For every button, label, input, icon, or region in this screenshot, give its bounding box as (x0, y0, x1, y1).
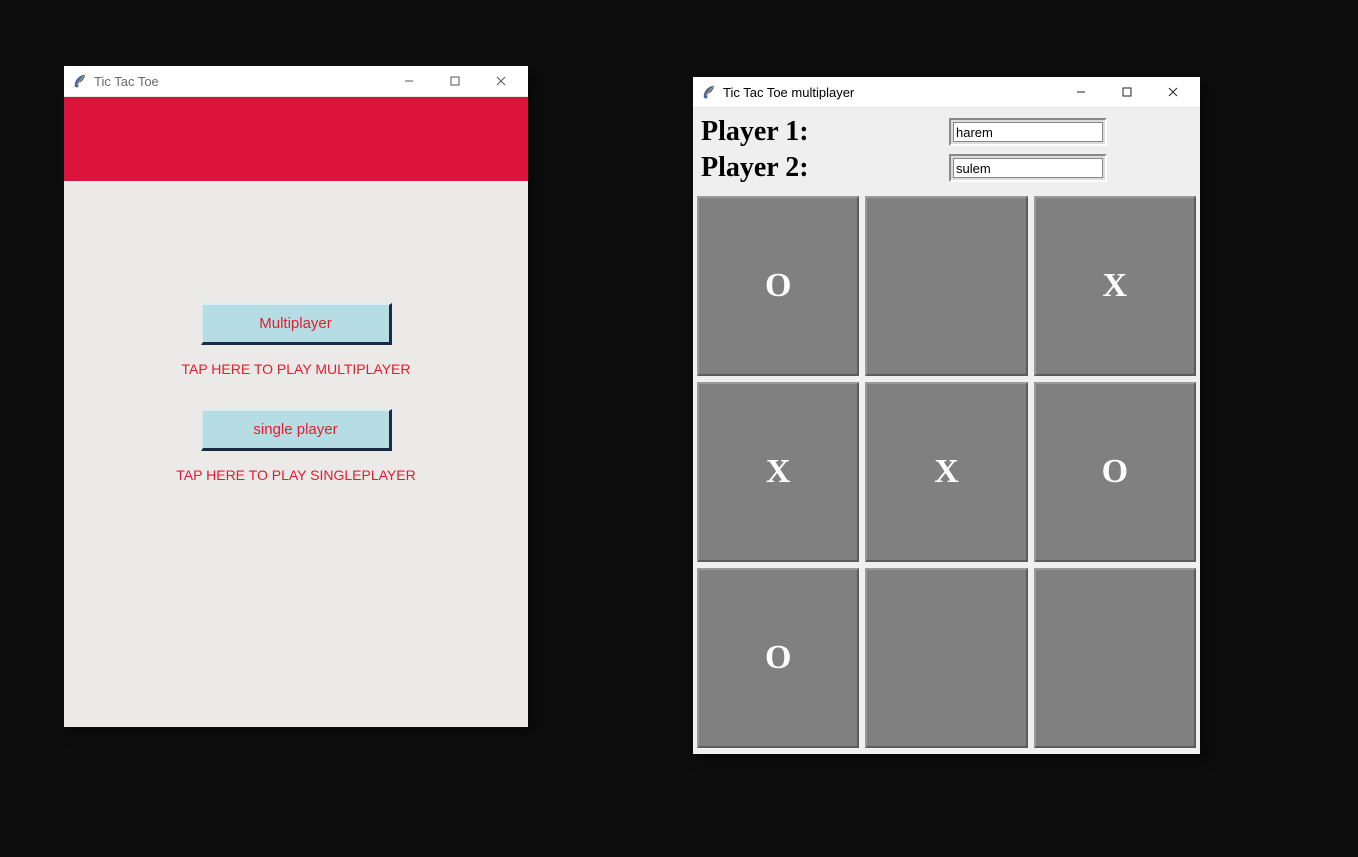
minimize-button[interactable] (1058, 77, 1104, 107)
multiplayer-button[interactable]: Multiplayer (201, 303, 392, 345)
player1-row: Player 1: (701, 114, 1192, 150)
multiplayer-hint-label: TAP HERE TO PLAY MULTIPLAYER (181, 361, 410, 377)
player1-input-frame (949, 118, 1107, 146)
tk-feather-icon (701, 84, 717, 100)
menu-banner (64, 97, 528, 181)
player1-name-input[interactable] (953, 122, 1103, 142)
menu-window-title: Tic Tac Toe (94, 74, 386, 89)
player2-input-frame (949, 154, 1107, 182)
maximize-button[interactable] (432, 66, 478, 96)
menu-window-controls (386, 66, 524, 96)
menu-client-area: Multiplayer TAP HERE TO PLAY MULTIPLAYER… (64, 97, 528, 727)
board-cell-7[interactable] (865, 568, 1027, 748)
board-cell-3[interactable]: X (697, 382, 859, 562)
board-cell-5[interactable]: O (1034, 382, 1196, 562)
board-cell-6[interactable]: O (697, 568, 859, 748)
maximize-button[interactable] (1104, 77, 1150, 107)
player-form: Player 1: Player 2: (693, 108, 1200, 196)
board-cell-8[interactable] (1034, 568, 1196, 748)
menu-titlebar[interactable]: Tic Tac Toe (64, 66, 528, 97)
close-button[interactable] (1150, 77, 1196, 107)
player1-label: Player 1: (701, 116, 949, 148)
close-button[interactable] (478, 66, 524, 96)
minimize-button[interactable] (386, 66, 432, 96)
singleplayer-button[interactable]: single player (201, 409, 392, 451)
menu-window: Tic Tac Toe Multiplayer TAP HERE TO PLAY… (64, 66, 528, 726)
game-window: Tic Tac Toe multiplayer Player 1: Player… (693, 77, 1200, 753)
board-cell-1[interactable] (865, 196, 1027, 376)
game-board: O X X X O O (693, 196, 1200, 752)
board-cell-4[interactable]: X (865, 382, 1027, 562)
game-window-title: Tic Tac Toe multiplayer (723, 85, 1058, 100)
board-cell-2[interactable]: X (1034, 196, 1196, 376)
board-cell-0[interactable]: O (697, 196, 859, 376)
game-titlebar[interactable]: Tic Tac Toe multiplayer (693, 77, 1200, 108)
game-client-area: Player 1: Player 2: O X X X O O (693, 108, 1200, 754)
tk-feather-icon (72, 73, 88, 89)
player2-row: Player 2: (701, 150, 1192, 186)
singleplayer-hint-label: TAP HERE TO PLAY SINGLEPLAYER (176, 467, 415, 483)
menu-stack: Multiplayer TAP HERE TO PLAY MULTIPLAYER… (64, 303, 528, 499)
game-window-controls (1058, 77, 1196, 107)
player2-name-input[interactable] (953, 158, 1103, 178)
player2-label: Player 2: (701, 152, 949, 184)
